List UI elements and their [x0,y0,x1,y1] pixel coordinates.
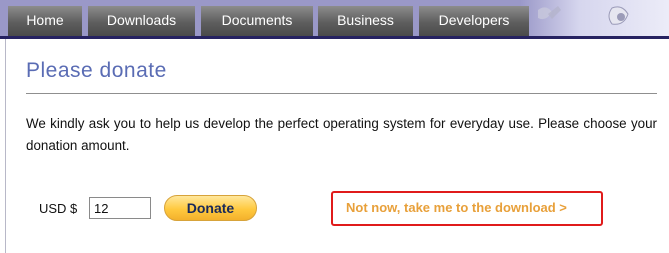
nav-underline [0,36,669,39]
donate-button[interactable]: Donate [164,195,257,221]
skip-to-download-link[interactable]: Not now, take me to the download > [346,200,567,215]
tab-home[interactable]: Home [8,6,82,36]
tab-downloads[interactable]: Downloads [88,6,195,36]
currency-label: USD $ [39,201,78,216]
decorative-graphic-icon [538,6,629,25]
page-title: Please donate [26,59,167,82]
tab-developers[interactable]: Developers [419,6,529,36]
tab-documents[interactable]: Documents [201,6,313,36]
intro-text: We kindly ask you to help us develop the… [26,116,657,153]
donation-amount-input[interactable] [89,197,151,219]
tab-business[interactable]: Business [318,6,413,36]
header-decoration [520,0,669,36]
title-divider [26,93,657,94]
content-left-border [5,39,6,253]
